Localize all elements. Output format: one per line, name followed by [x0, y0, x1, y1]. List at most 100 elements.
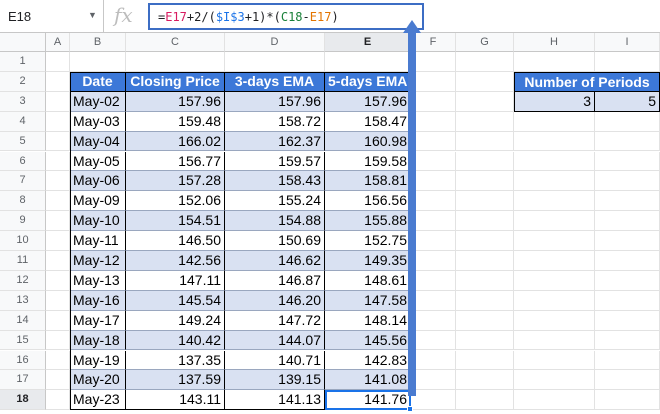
- grid-cell[interactable]: [456, 330, 514, 351]
- grid-cell[interactable]: [46, 91, 70, 112]
- grid-cell[interactable]: [456, 251, 514, 271]
- row-header-11[interactable]: 11: [0, 251, 46, 271]
- grid-cell[interactable]: [595, 211, 660, 232]
- select-all-corner[interactable]: [0, 33, 46, 52]
- grid-cell[interactable]: [46, 390, 70, 411]
- name-box[interactable]: E18 ▼: [0, 0, 104, 33]
- grid-cell[interactable]: [456, 211, 514, 232]
- grid-cell[interactable]: [46, 231, 70, 251]
- column-header-i[interactable]: I: [595, 33, 660, 52]
- row-header-8[interactable]: 8: [0, 191, 46, 212]
- row-header-13[interactable]: 13: [0, 290, 46, 311]
- periods-value-cell[interactable]: 5: [595, 91, 660, 112]
- grid-cell[interactable]: [514, 131, 595, 152]
- formula-input[interactable]: =E17+2/($I$3+1)*(C18-E17): [148, 3, 424, 30]
- grid-cell[interactable]: [411, 191, 456, 212]
- grid-cell[interactable]: [595, 330, 660, 351]
- row-header-2[interactable]: 2: [0, 71, 46, 92]
- grid-cell[interactable]: [456, 270, 514, 291]
- grid-cell[interactable]: [411, 310, 456, 331]
- grid-cell[interactable]: [46, 171, 70, 192]
- grid-cell[interactable]: [456, 171, 514, 192]
- row-header-18[interactable]: 18: [0, 390, 46, 411]
- grid-cell[interactable]: [514, 390, 595, 411]
- column-header-a[interactable]: A: [46, 33, 70, 52]
- grid-cell[interactable]: [411, 131, 456, 152]
- column-header-b[interactable]: B: [70, 33, 126, 52]
- row-header-10[interactable]: 10: [0, 231, 46, 251]
- column-header-e[interactable]: E: [325, 33, 411, 52]
- grid-cell[interactable]: [46, 370, 70, 391]
- grid-cell[interactable]: [595, 270, 660, 291]
- grid-cell[interactable]: [46, 350, 70, 371]
- grid-cell[interactable]: [456, 91, 514, 112]
- column-header-d[interactable]: D: [225, 33, 325, 52]
- grid-cell[interactable]: [411, 251, 456, 271]
- grid-cell[interactable]: [514, 191, 595, 212]
- grid-cell[interactable]: [514, 211, 595, 232]
- grid-cell[interactable]: [514, 290, 595, 311]
- grid-cell[interactable]: [411, 52, 456, 72]
- grid-cell[interactable]: [595, 350, 660, 371]
- grid-cell[interactable]: [70, 52, 126, 72]
- grid-cell[interactable]: [595, 370, 660, 391]
- grid-cell[interactable]: [456, 290, 514, 311]
- grid-cell[interactable]: [456, 310, 514, 331]
- grid-cell[interactable]: [595, 231, 660, 251]
- row-header-9[interactable]: 9: [0, 211, 46, 232]
- grid-cell[interactable]: [514, 151, 595, 172]
- grid-cell[interactable]: [456, 52, 514, 72]
- grid-cell[interactable]: [514, 330, 595, 351]
- row-header-14[interactable]: 14: [0, 310, 46, 331]
- grid-cell[interactable]: [126, 52, 225, 72]
- grid-cell[interactable]: [411, 370, 456, 391]
- grid-cell[interactable]: [46, 111, 70, 132]
- grid-cell[interactable]: [514, 111, 595, 132]
- grid-cell[interactable]: [411, 171, 456, 192]
- row-header-12[interactable]: 12: [0, 270, 46, 291]
- grid-cell[interactable]: [46, 251, 70, 271]
- grid-cell[interactable]: [514, 370, 595, 391]
- grid-cell[interactable]: [595, 310, 660, 331]
- selected-cell-e18[interactable]: [325, 390, 411, 411]
- grid-cell[interactable]: [595, 151, 660, 172]
- grid-cell[interactable]: [595, 111, 660, 132]
- grid-cell[interactable]: [514, 350, 595, 371]
- grid-cell[interactable]: [411, 390, 456, 411]
- grid-cell[interactable]: [514, 231, 595, 251]
- row-header-15[interactable]: 15: [0, 330, 46, 351]
- grid-cell[interactable]: [46, 270, 70, 291]
- grid-cell[interactable]: [411, 71, 456, 92]
- grid-cell[interactable]: [595, 52, 660, 72]
- grid-cell[interactable]: [456, 370, 514, 391]
- grid-cell[interactable]: [595, 171, 660, 192]
- periods-value-cell[interactable]: 3: [514, 91, 595, 112]
- row-header-17[interactable]: 17: [0, 370, 46, 391]
- grid-cell[interactable]: [514, 310, 595, 331]
- row-header-3[interactable]: 3: [0, 91, 46, 112]
- grid-cell[interactable]: [46, 52, 70, 72]
- grid-cell[interactable]: [46, 151, 70, 172]
- grid-cell[interactable]: [514, 171, 595, 192]
- formula-text[interactable]: =E17+2/($I$3+1)*(C18-E17): [158, 10, 339, 24]
- column-header-h[interactable]: H: [514, 33, 595, 52]
- grid-cell[interactable]: [514, 270, 595, 291]
- row-header-6[interactable]: 6: [0, 151, 46, 172]
- grid-cell[interactable]: [225, 52, 325, 72]
- grid-cell[interactable]: [411, 350, 456, 371]
- column-header-g[interactable]: G: [456, 33, 514, 52]
- row-header-7[interactable]: 7: [0, 171, 46, 192]
- grid-cell[interactable]: [456, 151, 514, 172]
- grid-cell[interactable]: [46, 191, 70, 212]
- grid-cell[interactable]: [411, 151, 456, 172]
- fill-handle[interactable]: [407, 406, 413, 413]
- grid-cell[interactable]: [411, 91, 456, 112]
- grid-cell[interactable]: [46, 330, 70, 351]
- grid-cell[interactable]: [595, 191, 660, 212]
- grid-cell[interactable]: [456, 231, 514, 251]
- row-header-5[interactable]: 5: [0, 131, 46, 152]
- grid-cell[interactable]: [595, 390, 660, 411]
- grid-cell[interactable]: [46, 290, 70, 311]
- grid-cell[interactable]: [456, 111, 514, 132]
- grid-cell[interactable]: [46, 211, 70, 232]
